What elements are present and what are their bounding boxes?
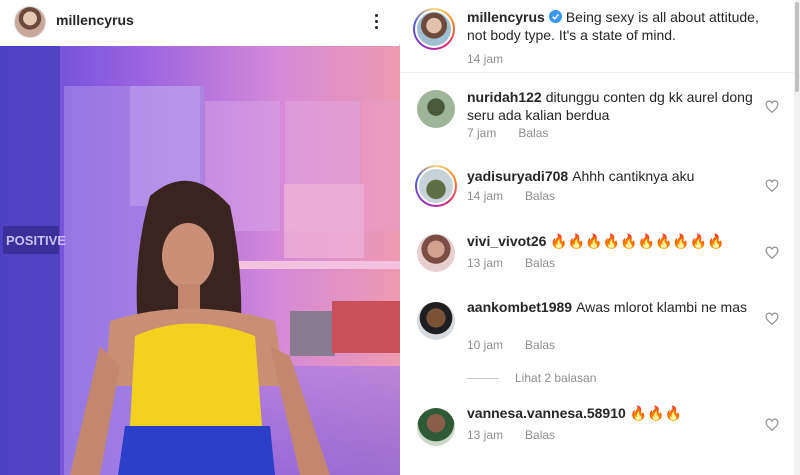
comment-text: Awas mlorot klambi ne mas <box>576 299 747 315</box>
reply-button[interactable]: Balas <box>525 256 555 270</box>
caption-username[interactable]: millencyrus <box>467 9 545 25</box>
comment-text-block: yadisuryadi708 Ahhh cantiknya aku <box>467 167 757 185</box>
comments-pane: millencyrus Being sexy is all about attit… <box>401 0 800 475</box>
comment-avatar[interactable] <box>417 408 455 446</box>
verified-badge-icon <box>548 10 562 23</box>
svg-text:POSITIVE: POSITIVE <box>6 233 66 248</box>
comment-username[interactable]: yadisuryadi708 <box>467 168 568 184</box>
caption-time: 14 jam <box>467 52 504 66</box>
comment-text: 🔥🔥🔥 <box>629 405 683 421</box>
heart-icon[interactable] <box>765 312 779 326</box>
comment-username[interactable]: vannesa.vannesa.58910 <box>467 405 626 421</box>
heart-icon[interactable] <box>765 246 779 260</box>
reply-button[interactable]: Balas <box>525 338 555 352</box>
comment-text-block: vannesa.vannesa.58910 🔥🔥🔥 <box>467 404 767 422</box>
view-replies-label: Lihat 2 balasan <box>515 371 597 385</box>
caption-text-block: millencyrus Being sexy is all about attit… <box>467 8 767 44</box>
comment-text-block: vivi_vivot26 🔥🔥🔥🔥🔥🔥🔥🔥🔥🔥 <box>467 232 767 250</box>
comment-meta: 10 jam Balas <box>467 338 577 352</box>
comment-text: 🔥🔥🔥🔥🔥🔥🔥🔥🔥🔥 <box>550 233 725 249</box>
more-vertical-icon[interactable] <box>368 8 384 34</box>
heart-icon[interactable] <box>765 179 779 193</box>
replies-line <box>467 377 499 379</box>
reply-button[interactable]: Balas <box>525 428 555 442</box>
comment-username[interactable]: nuridah122 <box>467 89 542 105</box>
comment-meta: 13 jam Balas <box>467 256 577 270</box>
comment-time: 13 jam <box>467 256 504 270</box>
author-avatar[interactable] <box>14 6 46 38</box>
comment-meta: 13 jam Balas <box>467 428 577 442</box>
comment-time: 13 jam <box>467 428 504 442</box>
comment-text: Ahhh cantiknya aku <box>572 168 695 184</box>
post-caption: millencyrus Being sexy is all about attit… <box>413 6 793 66</box>
comment-time: 14 jam <box>467 189 504 203</box>
comment-avatar[interactable] <box>415 165 457 207</box>
comment-meta: 14 jam Balas <box>467 189 577 203</box>
post-media-pane: millencyrus POSITIVE <box>0 0 400 475</box>
comment-avatar[interactable] <box>417 90 455 128</box>
author-username[interactable]: millencyrus <box>56 12 134 28</box>
reply-button[interactable]: Balas <box>518 126 548 140</box>
view-replies-button[interactable]: Lihat 2 balasan <box>467 371 596 385</box>
heart-icon[interactable] <box>765 100 779 114</box>
comment-avatar[interactable] <box>417 234 455 272</box>
comment-time: 7 jam <box>467 126 497 140</box>
comment-text-block: nuridah122 ditunggu conten dg kk aurel do… <box>467 88 757 124</box>
post-photo[interactable]: POSITIVE <box>0 46 400 475</box>
comment-time: 10 jam <box>467 338 504 352</box>
comment-text-block: aankombet1989 Awas mlorot klambi ne mas <box>467 298 757 316</box>
reply-button[interactable]: Balas <box>525 189 555 203</box>
scrollbar-thumb[interactable] <box>795 2 799 92</box>
comment-username[interactable]: aankombet1989 <box>467 299 572 315</box>
comment-username[interactable]: vivi_vivot26 <box>467 233 546 249</box>
caption-author-avatar[interactable] <box>413 8 455 50</box>
divider <box>401 72 800 73</box>
caption-meta: 14 jam <box>467 52 525 66</box>
scrollbar[interactable] <box>794 0 800 475</box>
comment-meta: 7 jam Balas <box>467 126 570 140</box>
post-header: millencyrus <box>0 0 400 44</box>
comment-avatar[interactable] <box>417 302 455 340</box>
heart-icon[interactable] <box>765 418 779 432</box>
